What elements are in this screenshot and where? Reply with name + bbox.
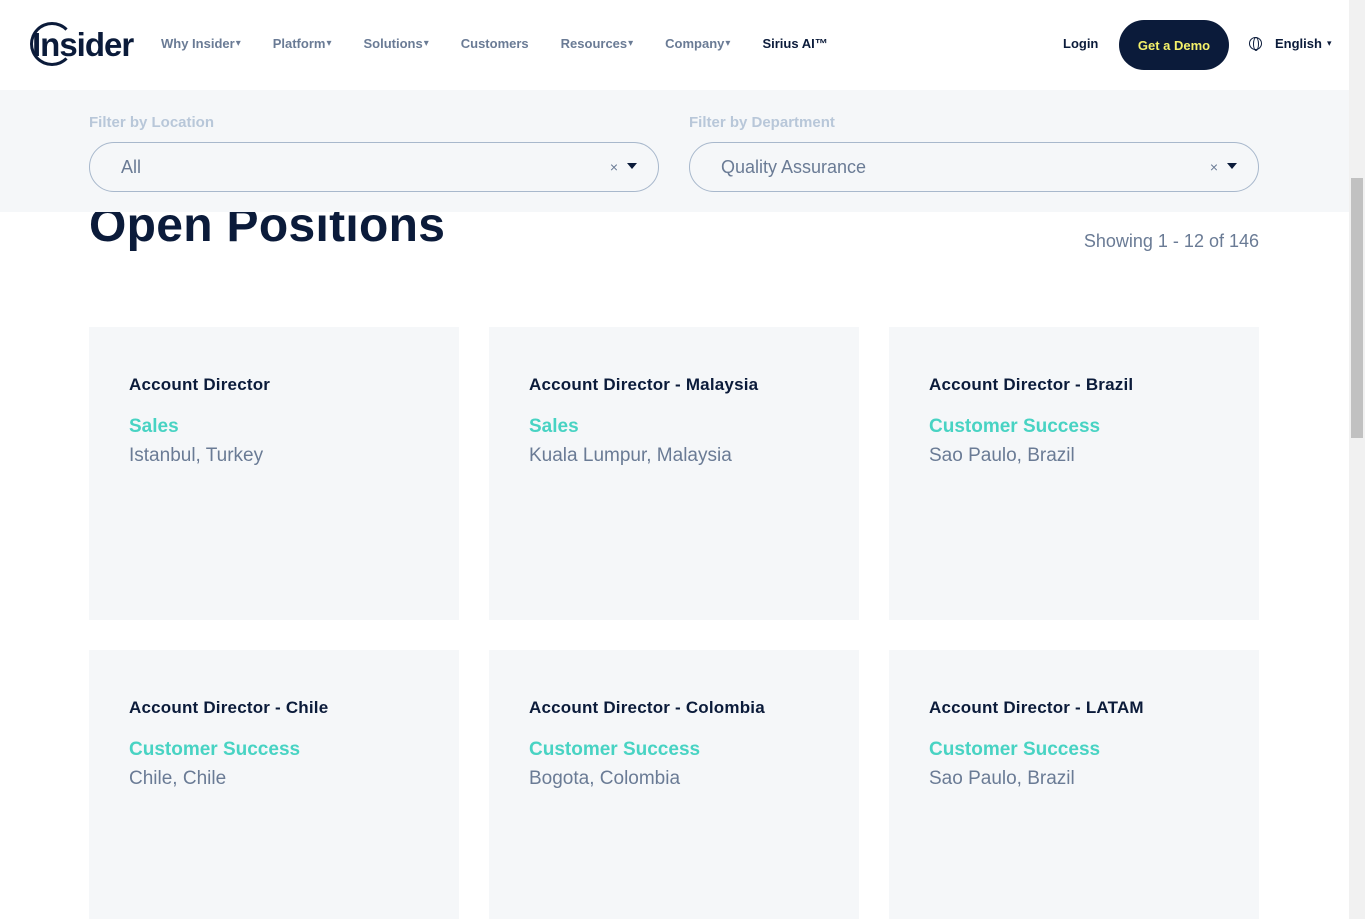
job-card[interactable]: Account Director - Chile Customer Succes… xyxy=(89,650,459,919)
job-department: Customer Success xyxy=(129,739,301,760)
chevron-down-icon: ▾ xyxy=(423,38,429,49)
nav-platform[interactable]: Platform ▾ xyxy=(273,36,332,51)
department-select[interactable]: Quality Assurance × xyxy=(689,142,1259,192)
job-card[interactable]: Account Director - Brazil Customer Succe… xyxy=(889,327,1259,620)
scrollbar-thumb[interactable] xyxy=(1351,178,1363,438)
clear-icon[interactable]: × xyxy=(610,159,618,175)
location-filter-label: Filter by Location xyxy=(89,114,215,131)
job-card[interactable]: Account Director - Malaysia Sales Kuala … xyxy=(489,327,859,620)
chevron-down-icon: ▾ xyxy=(725,38,731,49)
location-select[interactable]: All × xyxy=(89,142,659,192)
nav-company[interactable]: Company ▾ xyxy=(665,36,730,51)
main-nav: Why Insider ▾ Platform ▾ Solutions ▾ Custom… xyxy=(161,36,860,51)
job-location: Kuala Lumpur, Malaysia xyxy=(529,445,732,466)
insider-logo[interactable]: Insider xyxy=(30,21,134,69)
globe-icon xyxy=(1249,37,1262,51)
page-scrollbar[interactable] xyxy=(1349,0,1365,919)
job-department: Customer Success xyxy=(929,739,1101,760)
nav-why-insider[interactable]: Why Insider ▾ xyxy=(161,36,241,51)
nav-solutions[interactable]: Solutions ▾ xyxy=(363,36,428,51)
language-label: English xyxy=(1275,36,1322,51)
filter-bar: Filter by Location All × Filter by Depar… xyxy=(0,90,1349,212)
language-selector[interactable]: English ▾ xyxy=(1249,36,1331,51)
job-title: Account Director - Brazil xyxy=(929,375,1134,394)
results-count: Showing 1 - 12 of 146 xyxy=(1083,231,1259,251)
job-card[interactable]: Account Director Sales Istanbul, Turkey xyxy=(89,327,459,620)
nav-sirius-ai[interactable]: Sirius AI™ xyxy=(762,36,827,51)
job-department: Sales xyxy=(129,416,179,437)
job-title: Account Director - LATAM xyxy=(929,698,1144,717)
job-location: Bogota, Colombia xyxy=(529,768,681,789)
nav-customers[interactable]: Customers xyxy=(461,36,529,51)
dropdown-arrow-icon[interactable] xyxy=(1227,163,1237,169)
job-location: Istanbul, Turkey xyxy=(129,445,264,466)
department-filter: Filter by Department Quality Assurance × xyxy=(689,114,1259,192)
job-location: Chile, Chile xyxy=(129,768,227,789)
job-card[interactable]: Account Director - Colombia Customer Suc… xyxy=(489,650,859,919)
job-department: Customer Success xyxy=(529,739,701,760)
get-demo-button[interactable]: Get a Demo xyxy=(1119,20,1229,70)
location-filter: Filter by Location All × xyxy=(89,114,659,192)
department-filter-label: Filter by Department xyxy=(689,114,835,131)
job-card[interactable]: Account Director - LATAM Customer Succes… xyxy=(889,650,1259,919)
site-header: Insider Why Insider ▾ Platform ▾ Solutions… xyxy=(0,0,1349,90)
location-select-value: All xyxy=(121,156,142,177)
nav-resources[interactable]: Resources ▾ xyxy=(561,36,634,51)
job-department: Sales xyxy=(529,416,579,437)
job-title: Account Director - Colombia xyxy=(529,698,765,717)
job-location: Sao Paulo, Brazil xyxy=(929,768,1075,789)
login-link[interactable]: Login xyxy=(1063,36,1098,51)
chevron-down-icon: ▾ xyxy=(326,38,332,49)
clear-icon[interactable]: × xyxy=(1210,159,1218,175)
job-title: Account Director - Malaysia xyxy=(529,375,759,394)
dropdown-arrow-icon[interactable] xyxy=(627,163,637,169)
job-title: Account Director - Chile xyxy=(129,698,329,717)
job-department: Customer Success xyxy=(929,416,1101,437)
chevron-down-icon: ▾ xyxy=(628,38,634,49)
job-title: Account Director xyxy=(129,375,271,394)
chevron-down-icon: ▾ xyxy=(235,38,241,49)
department-select-value: Quality Assurance xyxy=(721,156,867,177)
job-location: Sao Paulo, Brazil xyxy=(929,445,1075,466)
job-list: Account Director Sales Istanbul, Turkey … xyxy=(89,327,1259,919)
logo-ring-icon xyxy=(30,22,74,66)
chevron-down-icon: ▾ xyxy=(1326,38,1332,48)
